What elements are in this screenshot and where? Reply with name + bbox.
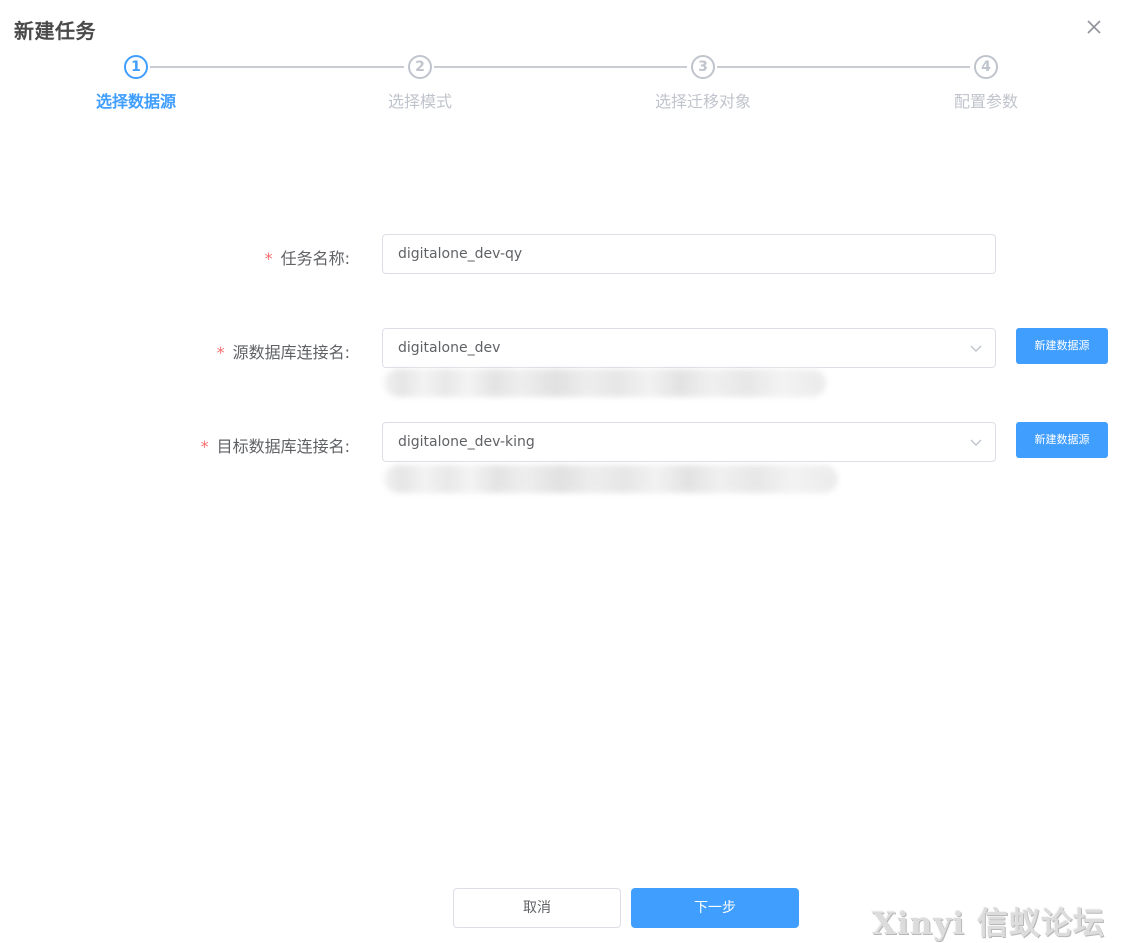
source-db-label: * 源数据库连接名: (216, 343, 350, 362)
step-connector (717, 66, 970, 68)
step-connector (434, 66, 687, 68)
source-db-value: digitalone_dev (398, 340, 501, 356)
redacted-info (384, 369, 826, 397)
watermark: Xinyi 信蚁论坛 (872, 906, 1105, 942)
new-datasource-button-source[interactable]: 新建数据源 (1016, 328, 1108, 364)
task-name-value: digitalone_dev-qy (398, 246, 523, 262)
chevron-down-icon (970, 345, 982, 352)
source-db-select[interactable]: digitalone_dev (382, 328, 996, 368)
steps-bar: 1 2 3 4 选择数据源 选择模式 选择迁移对象 配置参数 (0, 0, 1122, 120)
task-name-label: * 任务名称: (264, 249, 350, 268)
step-3-label: 选择迁移对象 (654, 92, 751, 111)
step-1-label: 选择数据源 (95, 92, 176, 111)
step-connector (150, 66, 404, 68)
step-1-number: 1 (124, 55, 148, 79)
step-2-number: 2 (408, 55, 432, 79)
next-step-button[interactable]: 下一步 (631, 888, 799, 928)
step-2-label: 选择模式 (387, 92, 452, 111)
task-name-input[interactable]: digitalone_dev-qy (382, 234, 996, 274)
step-3-number: 3 (691, 55, 715, 79)
target-db-value: digitalone_dev-king (398, 434, 535, 450)
cancel-button[interactable]: 取消 (453, 888, 621, 928)
required-mark: * (264, 249, 273, 268)
chevron-down-icon (970, 439, 982, 446)
required-mark: * (216, 343, 225, 362)
step-4-label: 配置参数 (953, 92, 1018, 111)
redacted-info (384, 465, 838, 493)
new-datasource-button-target[interactable]: 新建数据源 (1016, 422, 1108, 458)
required-mark: * (200, 437, 209, 456)
step-4-number: 4 (974, 55, 998, 79)
target-db-label: * 目标数据库连接名: (200, 437, 350, 456)
target-db-select[interactable]: digitalone_dev-king (382, 422, 996, 462)
